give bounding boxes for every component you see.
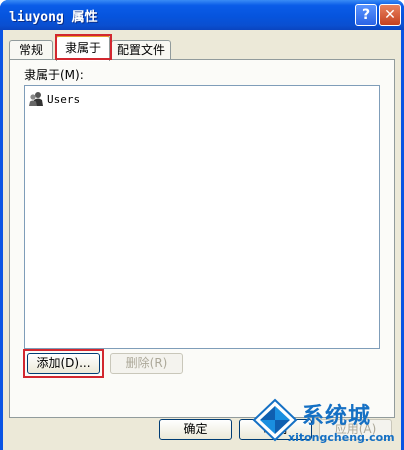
- help-button[interactable]: ?: [355, 4, 377, 26]
- add-button[interactable]: 添加(D)...: [27, 353, 100, 374]
- watermark-url: xitongcheng.com: [288, 431, 395, 444]
- member-of-listbox[interactable]: Users: [24, 85, 380, 349]
- dialog-body: 常规 隶属于 配置文件 隶属于(M): Users 添加(D)... 删除(R): [3, 30, 401, 450]
- properties-window: liuyong 属性 ? ✕ 常规 隶属于 配置文件 隶属于(M): Users: [0, 0, 404, 450]
- window-title: liuyong 属性: [9, 10, 98, 25]
- ok-button[interactable]: 确定: [159, 419, 232, 440]
- watermark: 系统城 xitongcheng.com: [252, 398, 404, 450]
- users-group-icon: [29, 92, 43, 106]
- tab-member-of[interactable]: 隶属于: [56, 35, 110, 61]
- remove-button[interactable]: 删除(R): [110, 353, 183, 374]
- member-of-label: 隶属于(M):: [24, 68, 84, 82]
- list-item-label: Users: [47, 92, 81, 106]
- title-bar[interactable]: liuyong 属性 ? ✕: [0, 0, 404, 30]
- tab-profile[interactable]: 配置文件: [111, 40, 171, 60]
- tab-general[interactable]: 常规: [9, 40, 53, 60]
- watermark-name: 系统城: [302, 404, 372, 429]
- close-button[interactable]: ✕: [379, 4, 401, 26]
- member-of-panel: 隶属于(M): Users 添加(D)... 删除(R): [9, 59, 395, 418]
- list-item[interactable]: Users: [28, 91, 80, 107]
